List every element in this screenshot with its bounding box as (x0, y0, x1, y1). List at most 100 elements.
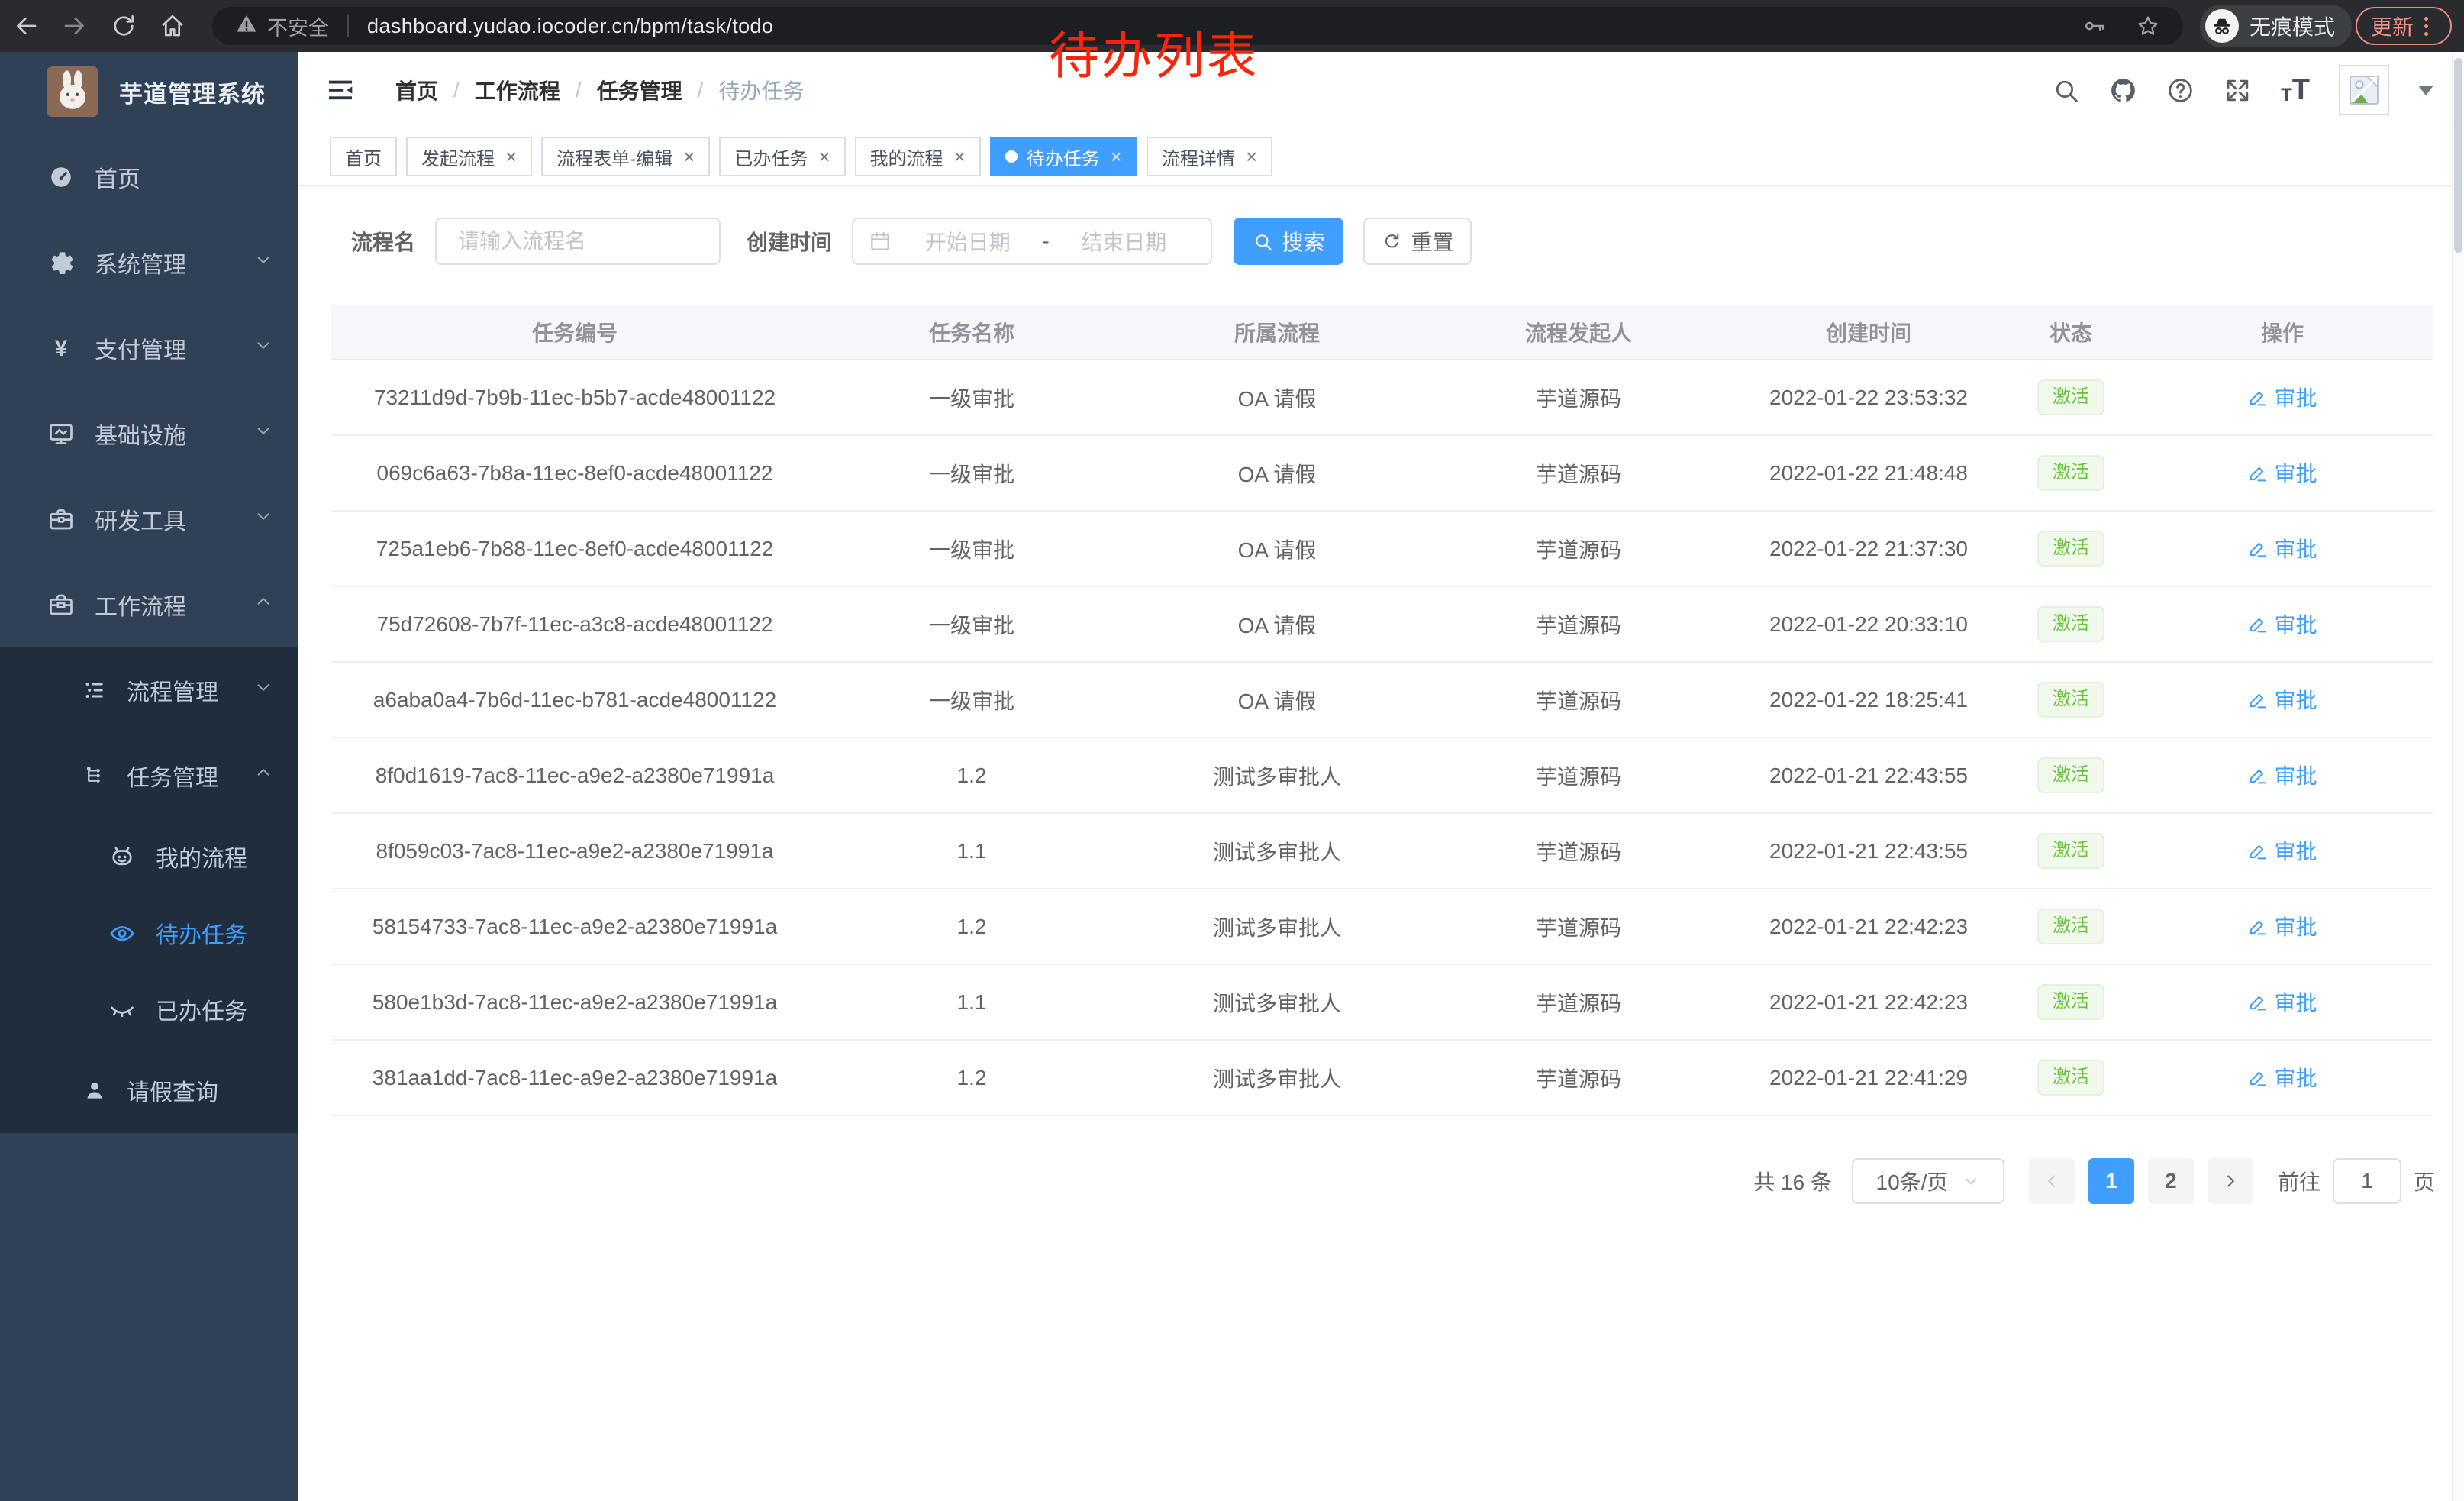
edit-icon (2247, 916, 2268, 937)
process-cell: 测试多审批人 (1124, 836, 1430, 867)
table-body: 73211d9d-7b9b-11ec-b5b7-acde48001122一级审批… (331, 360, 2433, 1116)
browser-menu-icon[interactable] (2424, 17, 2428, 36)
status-cell: 激活 (2010, 682, 2132, 718)
sidebar-item[interactable]: 请假查询 (0, 1047, 298, 1133)
password-key-icon[interactable] (2082, 14, 2107, 38)
edit-icon (2247, 992, 2268, 1012)
task-id-cell: 58154733-7ac8-11ec-a9e2-a2380e71991a (331, 915, 819, 939)
browser-home-button[interactable] (156, 11, 189, 41)
approve-link[interactable]: 审批 (2247, 608, 2317, 639)
reset-button[interactable]: 重置 (1363, 218, 1472, 265)
process-name-input[interactable] (435, 218, 721, 265)
app-title: 芋道管理系统 (119, 75, 266, 109)
sidebar-item[interactable]: 流程管理 (0, 647, 298, 733)
sidebar-item[interactable]: 待办任务 (0, 895, 298, 971)
close-icon[interactable]: × (818, 147, 830, 166)
prev-page-button[interactable] (2029, 1158, 2075, 1204)
task-id-cell: 8f059c03-7ac8-11ec-a9e2-a2380e71991a (331, 839, 819, 863)
sidebar-item[interactable]: 系统管理 (0, 220, 298, 305)
search-button[interactable]: 搜索 (1234, 218, 1343, 265)
hamburger-icon[interactable] (325, 75, 356, 105)
close-icon[interactable]: × (683, 147, 695, 166)
briefcase-icon (47, 505, 75, 533)
approve-link[interactable]: 审批 (2247, 1062, 2317, 1093)
close-icon[interactable]: × (505, 147, 517, 166)
tab[interactable]: 我的流程× (855, 137, 981, 176)
logo-image (47, 66, 98, 117)
starter-cell: 芋道源码 (1430, 1063, 1727, 1093)
browser-forward-button[interactable] (58, 11, 92, 41)
approve-link[interactable]: 审批 (2247, 986, 2317, 1017)
sidebar-item[interactable]: 工作流程 (0, 562, 298, 647)
tab[interactable]: 首页 (330, 137, 397, 176)
close-icon[interactable]: × (1111, 147, 1122, 166)
next-page-button[interactable] (2208, 1158, 2253, 1204)
page-button-2[interactable]: 2 (2148, 1158, 2194, 1204)
chevron-down-icon (253, 250, 273, 276)
sidebar-item[interactable]: 首页 (0, 134, 298, 220)
sidebar-item-label: 支付管理 (95, 331, 186, 365)
fullscreen-icon[interactable] (2224, 76, 2252, 105)
breadcrumb-item[interactable]: 首页 (395, 75, 438, 105)
close-icon[interactable]: × (954, 147, 966, 166)
avatar[interactable] (2339, 65, 2389, 115)
tab[interactable]: 流程详情× (1147, 137, 1272, 176)
approve-link[interactable]: 审批 (2247, 911, 2317, 941)
approve-link[interactable]: 审批 (2247, 533, 2317, 563)
created-at-cell: 2022-01-22 20:33:10 (1727, 612, 2010, 637)
sidebar-item[interactable]: 任务管理 (0, 733, 298, 818)
table-row: 725a1eb6-7b88-11ec-8ef0-acde48001122一级审批… (331, 512, 2433, 587)
status-cell: 激活 (2010, 531, 2132, 567)
text-size-icon[interactable]: TT (2281, 76, 2310, 105)
browser-reload-button[interactable] (107, 11, 140, 41)
bookmark-star-icon[interactable] (2136, 14, 2160, 38)
tab[interactable]: 发起流程× (406, 137, 532, 176)
scrollbar-thumb[interactable] (2454, 58, 2462, 253)
column-header: 流程发起人 (1430, 317, 1727, 347)
table-row: 58154733-7ac8-11ec-a9e2-a2380e71991a1.2测… (331, 889, 2433, 965)
breadcrumb-item[interactable]: 工作流程 (475, 75, 560, 105)
approve-link[interactable]: 审批 (2247, 684, 2317, 715)
table-row: 580e1b3d-7ac8-11ec-a9e2-a2380e71991a1.1测… (331, 965, 2433, 1041)
browser-back-button[interactable] (9, 11, 43, 41)
update-button[interactable]: 更新 (2356, 7, 2452, 45)
tab[interactable]: 已办任务 × (719, 137, 845, 176)
tab[interactable]: 待办任务× (990, 137, 1137, 176)
help-icon[interactable] (2166, 76, 2195, 105)
date-range-input[interactable]: 开始日期 - 结束日期 (852, 218, 1212, 265)
approve-link[interactable]: 审批 (2247, 457, 2317, 488)
sidebar-item[interactable]: ¥支付管理 (0, 305, 298, 391)
gear-icon (47, 249, 75, 276)
edit-icon (2247, 765, 2268, 786)
sidebar-item-label: 首页 (95, 160, 140, 194)
tags-view: 首页发起流程×流程表单-编辑×已办任务×我的流程×待办任务×流程详情× (298, 128, 2464, 186)
approve-link[interactable]: 审批 (2247, 835, 2317, 866)
close-icon[interactable]: × (1246, 147, 1257, 166)
tab-label: 已办任务 (734, 144, 808, 170)
sidebar-item[interactable]: 基础设施 (0, 391, 298, 476)
approve-link[interactable]: 审批 (2247, 760, 2317, 790)
search-icon[interactable] (2052, 76, 2080, 105)
task-name-cell: 一级审批 (819, 458, 1124, 489)
org-tree-icon (82, 763, 107, 788)
status-badge: 激活 (2037, 531, 2104, 567)
sidebar-item-label: 请假查询 (127, 1073, 218, 1107)
breadcrumb-item[interactable]: 任务管理 (597, 75, 682, 105)
tab-label: 首页 (345, 144, 382, 170)
caret-down-icon[interactable] (2418, 86, 2433, 95)
page-button-1[interactable]: 1 (2088, 1158, 2134, 1204)
tab[interactable]: 流程表单-编辑× (541, 137, 710, 176)
sidebar-submenu: 流程管理任务管理我的流程待办任务已办任务请假查询 (0, 647, 298, 1133)
sidebar-item[interactable]: 我的流程 (0, 818, 298, 895)
sidebar-menu: 首页系统管理¥支付管理基础设施研发工具工作流程流程管理任务管理我的流程待办任务已… (0, 131, 298, 1133)
approve-link[interactable]: 审批 (2247, 382, 2317, 412)
goto-page-input[interactable] (2333, 1158, 2401, 1204)
page-size-select[interactable]: 10条/页 (1852, 1158, 2004, 1204)
starter-cell: 芋道源码 (1430, 760, 1727, 791)
sidebar-item[interactable]: 已办任务 (0, 971, 298, 1047)
chevron-up-icon (253, 592, 273, 618)
sidebar-item[interactable]: 研发工具 (0, 476, 298, 562)
github-icon[interactable] (2109, 76, 2137, 105)
task-name-cell: 一级审批 (819, 609, 1124, 640)
app-logo[interactable]: 芋道管理系统 (0, 52, 298, 131)
